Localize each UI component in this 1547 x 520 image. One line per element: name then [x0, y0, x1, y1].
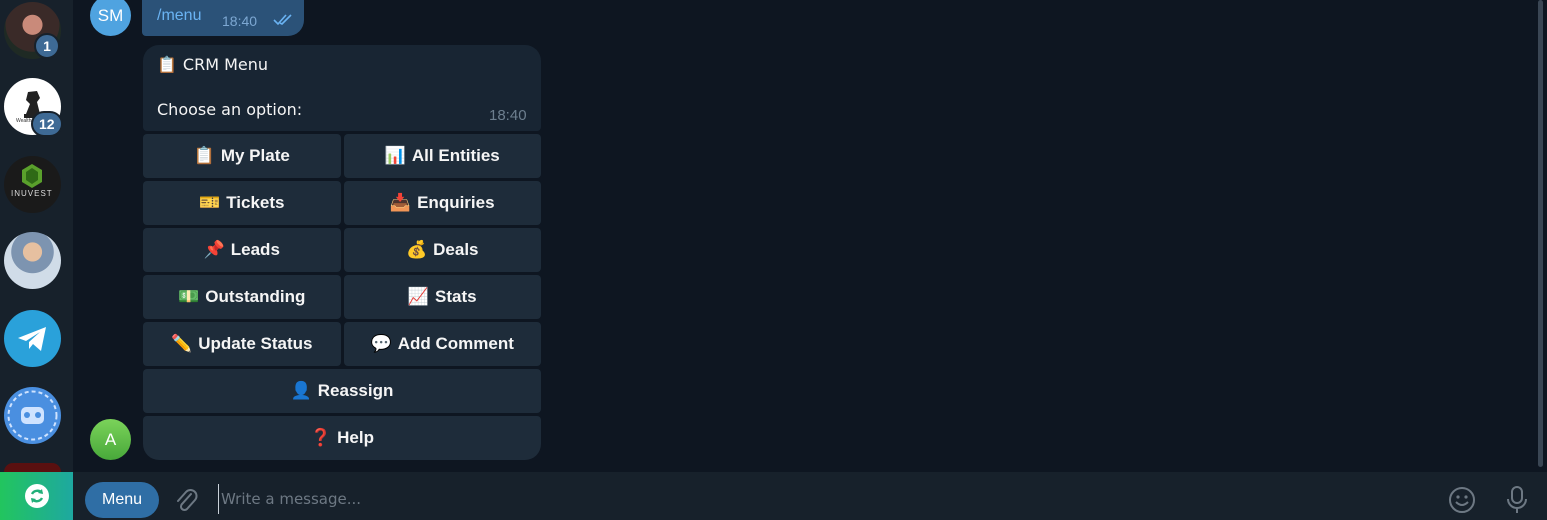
refresh-icon: [24, 484, 49, 508]
button-label: Outstanding: [205, 287, 306, 306]
button-label: My Plate: [220, 146, 290, 165]
button-label: Deals: [433, 240, 479, 259]
keyboard-button-outstanding[interactable]: 💵 Outstanding: [143, 275, 341, 319]
chat-avatar-7[interactable]: [4, 463, 61, 472]
keyboard-button-update-status[interactable]: ✏️ Update Status: [143, 322, 341, 366]
message-title-text: CRM Menu: [182, 55, 269, 74]
chat-avatar-3[interactable]: INUVEST: [4, 156, 61, 213]
button-icon: 📥: [389, 193, 412, 213]
button-label: Help: [337, 428, 374, 447]
double-check-icon: [273, 14, 292, 26]
keyboard-button-reassign[interactable]: 👤 Reassign: [143, 369, 541, 413]
telegram-avatar[interactable]: [4, 310, 61, 367]
keyboard-button-stats[interactable]: 📈 Stats: [343, 275, 541, 319]
button-label: Leads: [230, 240, 280, 259]
outgoing-message-text: /menu: [157, 7, 202, 24]
bot-menu-button[interactable]: Menu: [85, 482, 159, 518]
avatar-a[interactable]: A: [90, 419, 131, 460]
chat-list-rail: 1 Wealth 12 INUVEST: [0, 0, 73, 520]
button-icon: ✏️: [171, 334, 193, 354]
unread-badge: 1: [34, 33, 60, 59]
button-label: Stats: [435, 287, 477, 306]
keyboard-button-help[interactable]: ❓ Help: [143, 416, 541, 460]
bot-avatar[interactable]: [4, 387, 61, 444]
refresh-button[interactable]: [0, 472, 73, 520]
button-icon: 📈: [407, 287, 430, 307]
button-icon: 📌: [203, 240, 225, 260]
keyboard-button-my-plate[interactable]: 📋 My Plate: [143, 134, 341, 178]
paperclip-icon[interactable]: [173, 486, 199, 514]
button-label: Update Status: [198, 334, 313, 353]
microphone-icon[interactable]: [1506, 485, 1528, 515]
logo-text: INUVEST: [11, 189, 53, 198]
telegram-plane-icon: [18, 327, 46, 351]
chat-avatar-4[interactable]: [4, 232, 61, 289]
emoji-icon[interactable]: [1447, 485, 1477, 515]
keyboard-button-add-comment[interactable]: 💬 Add Comment: [343, 322, 541, 366]
button-label: All Entities: [411, 146, 500, 165]
message-body: Choose an option:: [157, 100, 303, 119]
message-input[interactable]: [218, 484, 1418, 514]
button-label: Tickets: [226, 193, 285, 212]
logo-text: Wealth: [16, 118, 32, 124]
button-icon: 📋: [193, 146, 215, 166]
button-icon: 💬: [370, 334, 392, 354]
keyboard-button-leads[interactable]: 📌 Leads: [143, 228, 341, 272]
keyboard-button-deals[interactable]: 💰 Deals: [343, 228, 541, 272]
button-label: Reassign: [317, 381, 394, 400]
keyboard-button-tickets[interactable]: 🎫 Tickets: [143, 181, 341, 225]
button-icon: 🎫: [199, 193, 221, 213]
button-label: Enquiries: [417, 193, 495, 212]
message-title: 📋 CRM Menu: [157, 55, 268, 74]
button-icon: 💵: [178, 287, 200, 307]
clipboard-icon: 📋: [157, 55, 177, 74]
robot-icon: [7, 390, 58, 441]
keyboard-button-enquiries[interactable]: 📥 Enquiries: [343, 181, 541, 225]
outgoing-message-time: 18:40: [222, 13, 258, 29]
button-label: Add Comment: [397, 334, 514, 353]
button-icon: 💰: [405, 240, 428, 260]
unread-badge: 12: [31, 111, 63, 137]
button-icon: 👤: [290, 381, 312, 401]
incoming-message-time: 18:40: [489, 107, 527, 124]
scrollbar[interactable]: [1538, 0, 1543, 467]
keyboard-button-all-entities[interactable]: 📊 All Entities: [343, 134, 541, 178]
inuvest-logo: [22, 164, 42, 188]
button-icon: 📊: [384, 146, 406, 166]
button-icon: ❓: [309, 428, 332, 448]
